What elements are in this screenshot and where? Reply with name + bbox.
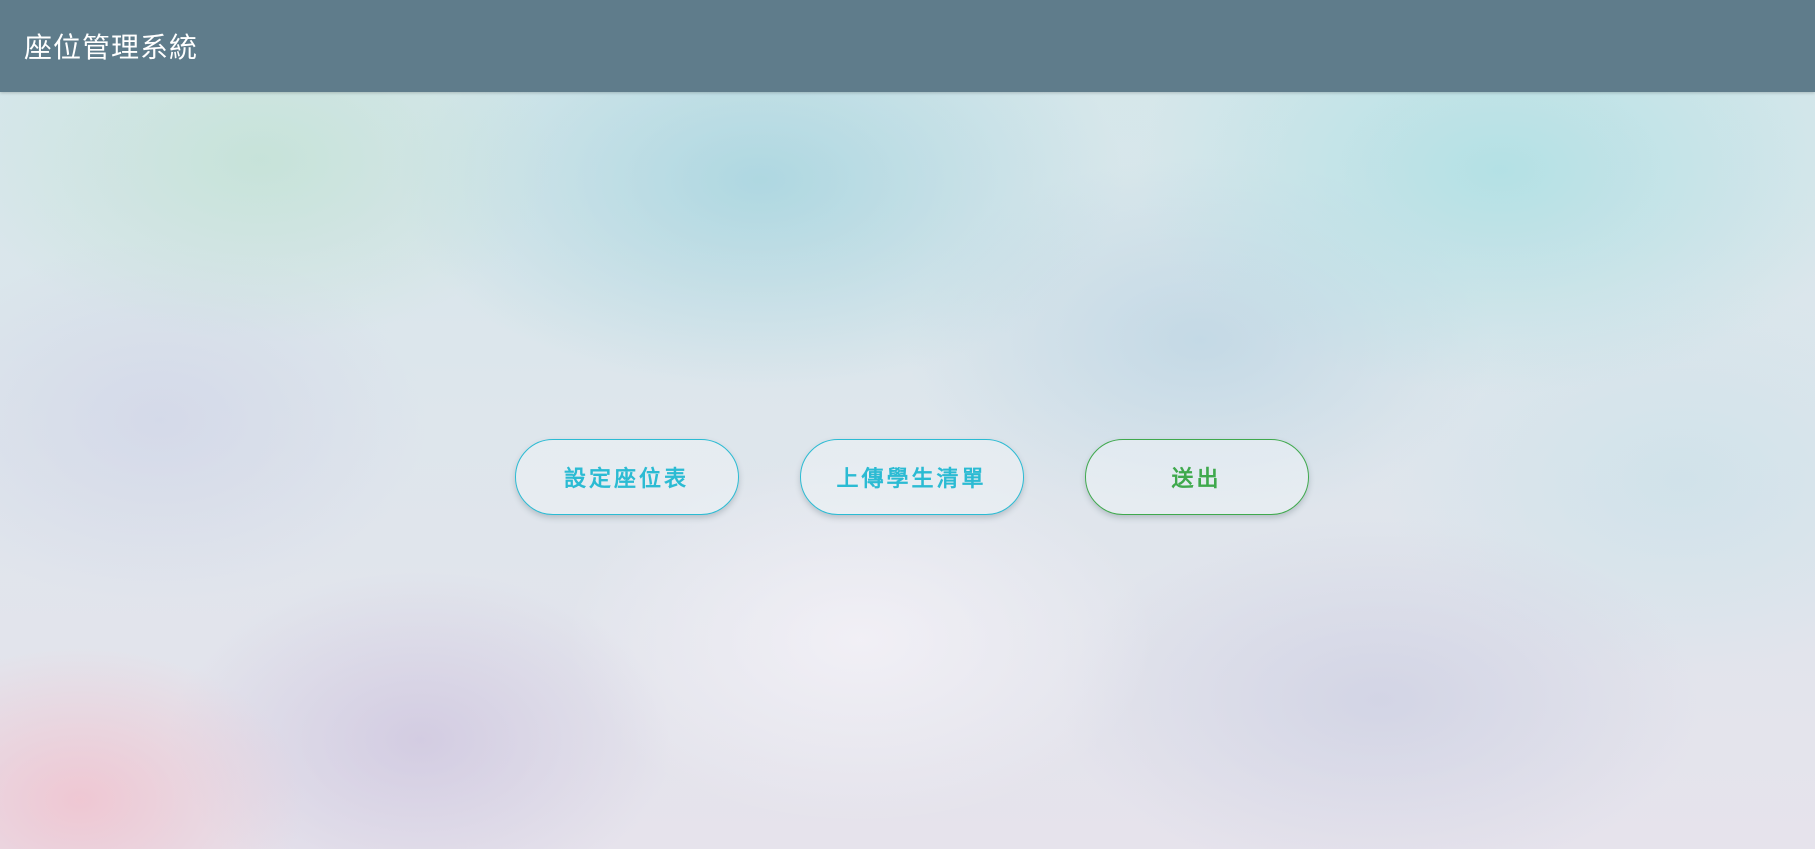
watercolor-background: [0, 0, 1815, 849]
submit-button[interactable]: 送出: [1084, 439, 1309, 515]
app-title[interactable]: 座位管理系統: [24, 26, 198, 66]
navbar: 座位管理系統: [0, 0, 1815, 92]
action-buttons: 設定座位表 上傳學生清單 送出: [0, 439, 1815, 515]
set-seating-chart-button[interactable]: 設定座位表: [514, 439, 739, 515]
page: 座位管理系統 設定座位表 上傳學生清單 送出: [0, 0, 1815, 849]
upload-student-list-button[interactable]: 上傳學生清單: [799, 439, 1024, 515]
